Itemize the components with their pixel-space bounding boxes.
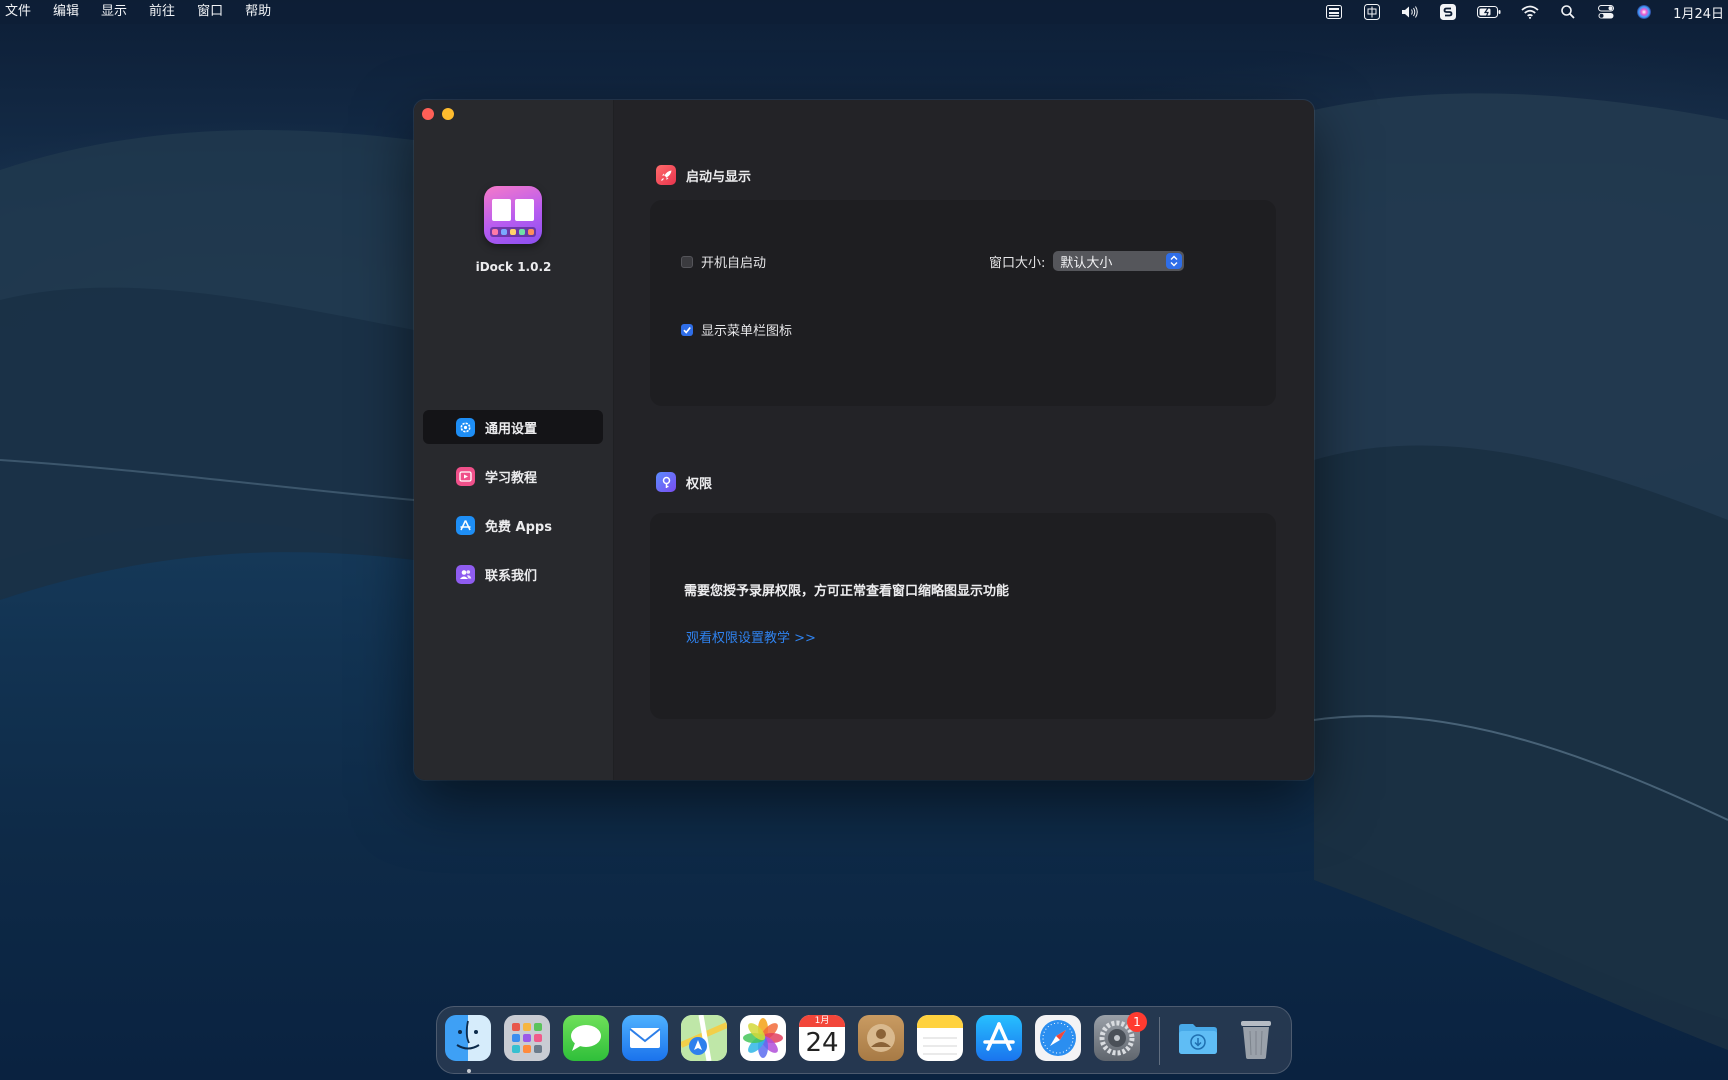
rocket-icon <box>656 165 676 185</box>
wifi-icon[interactable] <box>1521 4 1539 20</box>
tutorial-icon <box>456 466 475 486</box>
sidebar-nav: 通用设置 学习教程 免费 Apps 联系我们 <box>423 410 603 606</box>
app-version-label: iDock 1.0.2 <box>475 260 552 274</box>
keyboard-grid-icon[interactable] <box>1325 4 1343 20</box>
gear-icon <box>456 417 475 437</box>
battery-icon[interactable] <box>1477 4 1501 20</box>
launch-display-panel <box>650 200 1276 406</box>
photos-icon[interactable] <box>740 1015 786 1061</box>
mail-icon[interactable] <box>622 1015 668 1061</box>
section-title-text: 权限 <box>686 476 713 492</box>
calendar-month: 1月 <box>799 1015 845 1027</box>
siri-icon[interactable] <box>1635 4 1653 20</box>
sogou-icon[interactable] <box>1439 4 1457 20</box>
launch-display-section-title: 启动与显示 <box>656 165 751 185</box>
checkmark-icon <box>683 326 691 334</box>
spotlight-search-icon[interactable] <box>1559 4 1577 20</box>
section-title-text: 启动与显示 <box>686 169 752 185</box>
minimize-window-button[interactable] <box>442 108 454 120</box>
permissions-section-title: 权限 <box>656 472 712 492</box>
menu-help[interactable]: 帮助 <box>234 0 282 24</box>
finder-running-indicator <box>467 1069 471 1073</box>
calendar-icon[interactable]: 1月 24 <box>799 1015 845 1061</box>
sidebar-item-contact-us[interactable]: 联系我们 <box>423 557 603 591</box>
launch-at-login-row[interactable]: 开机自启动 <box>681 252 766 271</box>
downloads-folder-icon[interactable] <box>1175 1015 1221 1061</box>
messages-icon[interactable] <box>563 1015 609 1061</box>
menu-file[interactable]: 文件 <box>0 0 42 24</box>
window-size-select[interactable]: 默认大小 <box>1053 251 1185 271</box>
menu-window[interactable]: 窗口 <box>186 0 234 24</box>
sidebar-item-label: 通用设置 <box>485 421 538 437</box>
idock-app-icon <box>484 186 542 244</box>
window-size-value: 默认大小 <box>1060 255 1113 271</box>
settings-content: 启动与显示 开机自启动 窗口大小: 默认大小 显示菜单栏图标 权限 <box>614 100 1314 780</box>
sidebar: iDock 1.0.2 通用设置 学习教程 免费 Apps 联系我们 <box>414 100 614 780</box>
menu-go[interactable]: 前往 <box>138 0 186 24</box>
menu-edit[interactable]: 编辑 <box>42 0 90 24</box>
sidebar-item-general-settings[interactable]: 通用设置 <box>423 410 603 444</box>
menubar-status: 1月24日 <box>1315 0 1728 24</box>
show-menubar-icon-row[interactable]: 显示菜单栏图标 <box>681 320 792 339</box>
app-store-icon[interactable] <box>976 1015 1022 1061</box>
notes-icon[interactable] <box>917 1015 963 1061</box>
input-method-icon[interactable] <box>1363 4 1381 20</box>
launch-at-login-label: 开机自启动 <box>701 256 767 271</box>
show-menubar-icon-checkbox[interactable] <box>681 323 693 336</box>
calendar-day: 24 <box>805 1028 839 1058</box>
menubar: 文件 编辑 显示 前往 窗口 帮助 1月24日 <box>0 0 1728 24</box>
control-center-icon[interactable] <box>1597 4 1615 20</box>
safari-icon[interactable] <box>1035 1015 1081 1061</box>
window-controls <box>422 108 454 120</box>
contacts-icon[interactable] <box>858 1015 904 1061</box>
dock-separator <box>1159 1017 1160 1065</box>
finder-icon[interactable] <box>445 1015 491 1061</box>
launchpad-icon[interactable] <box>504 1015 550 1061</box>
app-store-icon <box>456 515 475 535</box>
sidebar-item-free-apps[interactable]: 免费 Apps <box>423 508 603 542</box>
maps-icon[interactable] <box>681 1015 727 1061</box>
show-menubar-icon-label: 显示菜单栏图标 <box>701 324 793 339</box>
menubar-clock[interactable]: 1月24日 <box>1673 3 1724 22</box>
dock: 1月 24 1 <box>436 1006 1292 1074</box>
menubar-menus: 文件 编辑 显示 前往 窗口 帮助 <box>0 0 282 24</box>
key-icon <box>656 472 676 492</box>
sidebar-item-label: 学习教程 <box>485 470 538 486</box>
contacts-icon <box>456 564 475 584</box>
idock-settings-window: iDock 1.0.2 通用设置 学习教程 免费 Apps 联系我们 启动与显示… <box>414 100 1314 780</box>
window-size-row: 窗口大小: 默认大小 <box>989 251 1185 271</box>
permission-tutorial-link[interactable]: 观看权限设置教学 >> <box>686 627 816 646</box>
sidebar-item-tutorials[interactable]: 学习教程 <box>423 459 603 493</box>
permission-message: 需要您授予录屏权限，方可正常查看窗口缩略图显示功能 <box>684 584 1010 599</box>
window-size-label: 窗口大小: <box>989 255 1046 271</box>
chevron-up-down-icon <box>1166 253 1183 269</box>
sidebar-item-label: 免费 Apps <box>485 519 552 535</box>
volume-icon[interactable] <box>1401 4 1419 20</box>
permissions-panel <box>650 513 1276 719</box>
system-preferences-badge: 1 <box>1127 1012 1147 1032</box>
launch-at-login-checkbox[interactable] <box>681 255 693 268</box>
sidebar-item-label: 联系我们 <box>485 568 538 584</box>
close-window-button[interactable] <box>422 108 434 120</box>
menu-view[interactable]: 显示 <box>90 0 138 24</box>
trash-icon[interactable] <box>1233 1015 1279 1061</box>
